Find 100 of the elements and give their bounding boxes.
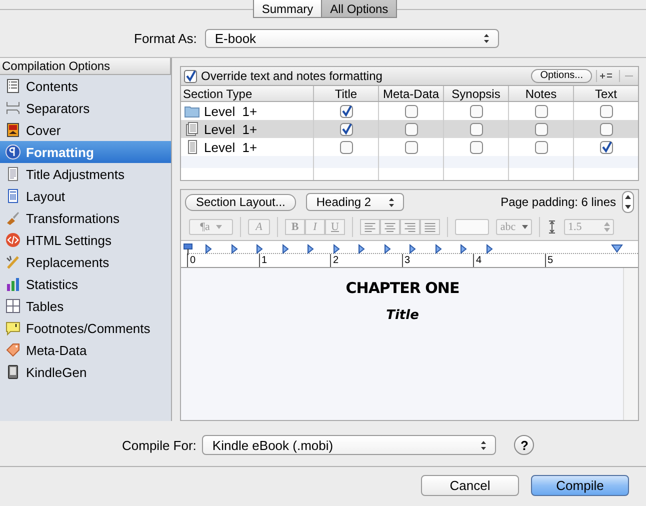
sidebar-item[interactable]: Layout [0, 185, 171, 207]
updown-arrows-icon [388, 196, 396, 208]
checkbox[interactable] [600, 104, 612, 118]
checkbox[interactable] [534, 140, 548, 154]
align-icon[interactable] [400, 219, 420, 235]
sidebar-item[interactable]: Statistics [0, 273, 171, 295]
sidebar-item[interactable]: HTML Settings [0, 229, 171, 251]
document-icon [184, 122, 200, 136]
line-spacing-icon [547, 220, 557, 234]
tab-stop-icon[interactable] [384, 244, 390, 254]
updown-arrows-icon [482, 32, 490, 44]
sidebar-item[interactable]: Separators [0, 97, 171, 119]
checkbox[interactable] [534, 122, 548, 136]
tab-stop-icon[interactable] [358, 244, 365, 254]
sidebar-item[interactable]: Meta-Data [0, 339, 171, 361]
tab-stop-icon[interactable] [282, 244, 288, 254]
sidebar-item[interactable]: Footnotes/Comments [0, 317, 171, 339]
format-dropdown[interactable]: E-book [204, 28, 499, 48]
checkbox[interactable] [470, 122, 482, 136]
separator-icon [5, 100, 21, 116]
help-button[interactable]: ? [514, 435, 534, 455]
override-label: Override text and notes formatting [201, 69, 384, 83]
section-type-cell[interactable]: Level 1+ [181, 102, 313, 120]
format-as-label: Format As: [134, 30, 197, 46]
style-dropdown[interactable]: Heading 2 [306, 193, 404, 211]
options-button[interactable]: Options... [531, 69, 592, 83]
sidebar-item[interactable]: Tables [0, 295, 171, 317]
ruler-number: 4 [476, 254, 482, 266]
tab-stop-icon[interactable] [230, 244, 238, 254]
cancel-button[interactable]: Cancel [421, 475, 519, 496]
sidebar-item[interactable]: Title Adjustments [0, 163, 171, 185]
column-header[interactable]: Notes [508, 86, 574, 102]
scrollbar[interactable] [623, 268, 638, 420]
section-type-cell[interactable]: Level 1+ [181, 120, 313, 138]
sidebar-item[interactable]: Cover [0, 119, 171, 141]
add-row-icon[interactable] [596, 70, 615, 82]
tab-stop-icon[interactable] [434, 244, 442, 254]
column-header[interactable]: Synopsis [444, 86, 508, 102]
sidebar-header: Compilation Options [0, 58, 171, 75]
override-checkbox[interactable] [184, 70, 197, 82]
sidebar-item[interactable]: Contents [0, 75, 171, 97]
tab-stop-icon[interactable] [256, 244, 263, 254]
page-icon [5, 166, 21, 182]
checkbox[interactable] [534, 104, 548, 118]
section-type-cell[interactable]: Level 1+ [181, 138, 313, 156]
column-header[interactable]: Text [574, 86, 638, 102]
stepper[interactable] [622, 191, 634, 213]
compile-for-label: Compile For: [122, 438, 196, 452]
tab[interactable]: Summary [254, 0, 322, 17]
sidebar-item[interactable]: Replacements [0, 251, 171, 273]
column-header[interactable]: Meta-Data [378, 86, 444, 102]
html-icon [5, 232, 21, 248]
right-margin-icon[interactable] [611, 244, 623, 254]
sidebar-item[interactable]: Formatting [0, 141, 171, 163]
checkbox[interactable] [600, 140, 612, 154]
tab-stop-icon[interactable] [460, 244, 467, 254]
ruler-number: 3 [404, 254, 410, 266]
ruler-number: 0 [190, 254, 196, 266]
bars-icon [5, 276, 21, 292]
brush-icon [5, 210, 21, 226]
ruler-number: 2 [333, 254, 339, 266]
checkbox[interactable] [600, 122, 612, 136]
note-icon [5, 320, 21, 336]
tab[interactable]: All Options [321, 0, 396, 17]
chapter-title: Title [386, 308, 419, 323]
section-layout-button[interactable]: Section Layout... [185, 194, 296, 210]
compile-for-dropdown[interactable]: Kindle eBook (.mobi) [202, 435, 496, 455]
ruler-number: 1 [262, 254, 268, 266]
checkbox[interactable] [470, 104, 482, 118]
sidebar-item[interactable]: Transformations [0, 207, 171, 229]
color-well[interactable] [455, 219, 489, 235]
checkbox[interactable] [404, 122, 418, 136]
checkbox[interactable] [340, 104, 352, 118]
compile-button[interactable]: Compile [531, 475, 629, 496]
column-header[interactable]: Section Type [181, 86, 314, 102]
indent-marker-icon[interactable] [183, 243, 193, 255]
tag-icon [5, 342, 21, 358]
checkbox[interactable] [404, 140, 418, 154]
column-header[interactable]: Title [314, 86, 378, 102]
align-icon[interactable] [420, 219, 440, 235]
folder-icon [184, 104, 200, 118]
align-icon[interactable] [360, 219, 380, 235]
checkbox[interactable] [340, 140, 352, 154]
tab-stop-icon[interactable] [205, 244, 212, 254]
checkbox[interactable] [404, 104, 418, 118]
checkbox[interactable] [340, 122, 352, 136]
tab-stop-icon[interactable] [409, 244, 416, 254]
checkbox[interactable] [470, 140, 482, 154]
layout-icon [5, 188, 21, 204]
tab-stop-icon[interactable] [307, 244, 314, 254]
grid-icon [5, 298, 21, 314]
align-icon[interactable] [380, 219, 400, 235]
updown-arrows-icon [604, 222, 610, 232]
list-icon [5, 78, 21, 94]
ruler[interactable]: 0 1 2 3 4 5 [181, 241, 638, 268]
caret-icon [216, 225, 222, 229]
sidebar-item[interactable]: KindleGen [0, 361, 171, 383]
paragraph-icon [5, 144, 21, 160]
tab-stop-icon[interactable] [486, 244, 492, 254]
tab-stop-icon[interactable] [332, 244, 340, 254]
